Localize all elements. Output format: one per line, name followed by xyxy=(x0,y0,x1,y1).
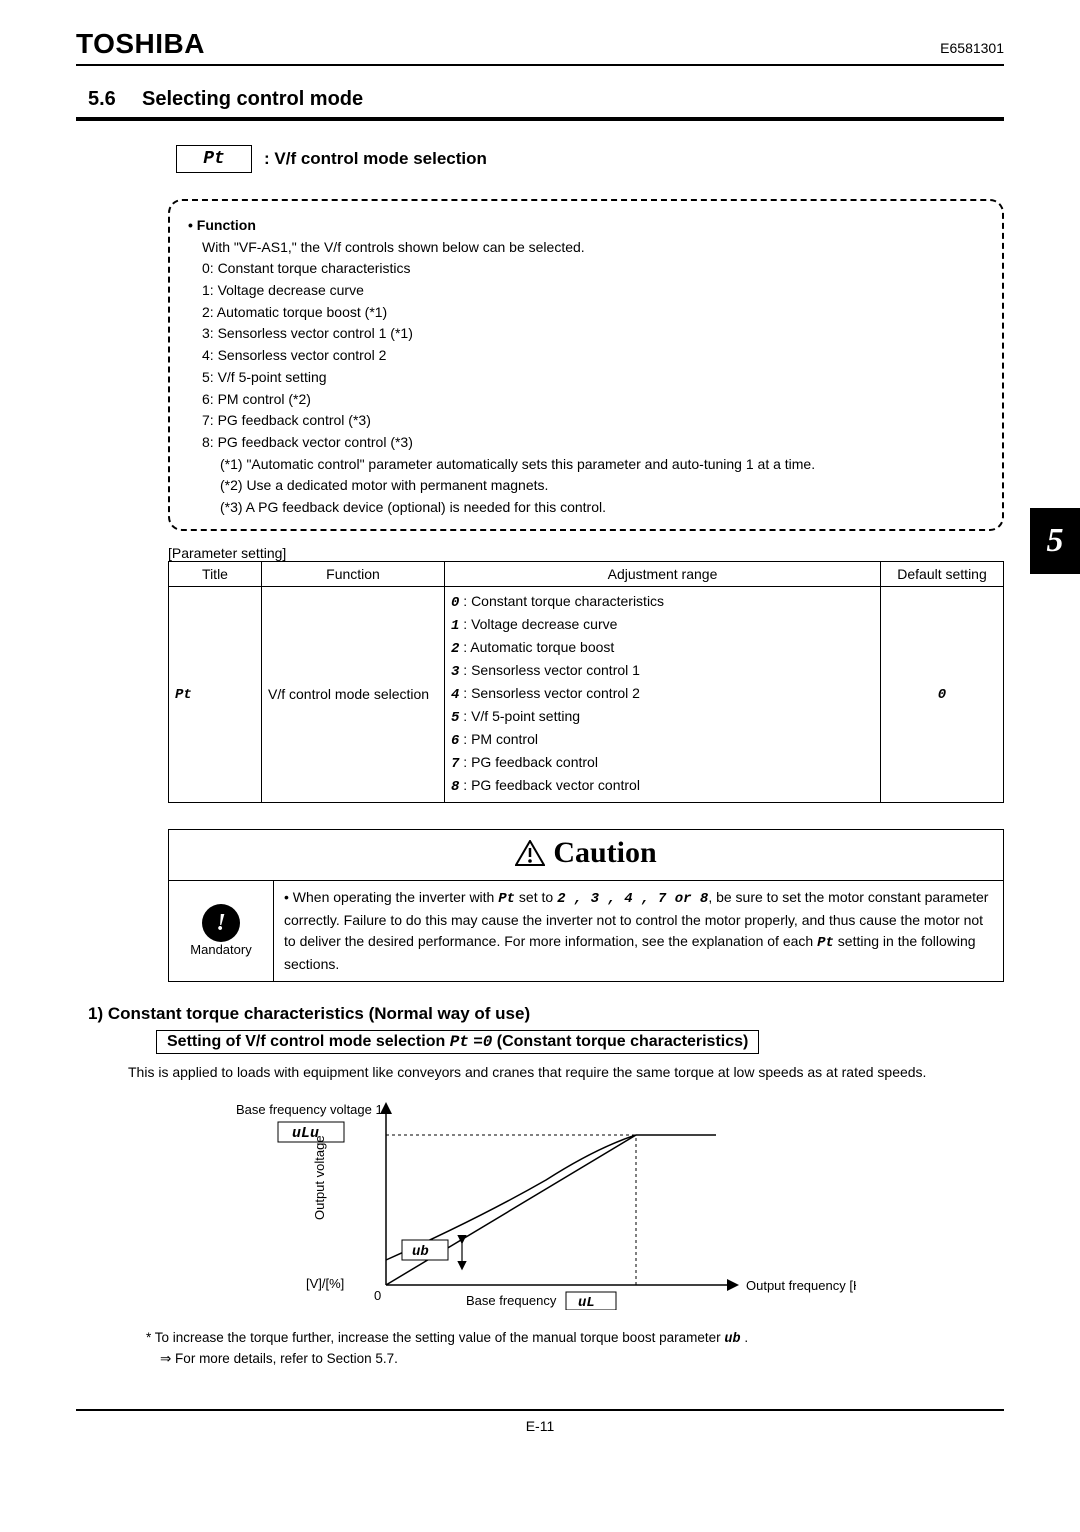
param-code-box: Pt xyxy=(176,145,252,173)
subsection-heading: 1) Constant torque characteristics (Norm… xyxy=(88,1004,1004,1024)
mandatory-icon: ! xyxy=(202,904,240,942)
parameter-table: Title Function Adjustment range Default … xyxy=(168,561,1004,803)
function-box: • Function With "VF-AS1," the V/f contro… xyxy=(168,199,1004,531)
doc-number: E6581301 xyxy=(940,40,1004,56)
setting-box: Setting of V/f control mode selection Pt… xyxy=(156,1030,759,1054)
section-rule xyxy=(76,117,1004,121)
svg-text:ub: ub xyxy=(412,1244,429,1260)
chapter-tab: 5 xyxy=(1030,508,1080,574)
table-caption: [Parameter setting] xyxy=(168,545,1004,561)
subsection-body: This is applied to loads with equipment … xyxy=(128,1062,1004,1082)
divider xyxy=(76,64,1004,66)
brand-logo: TOSHIBA xyxy=(76,28,205,60)
vf-graph: Base frequency voltage 1 uLu Output volt… xyxy=(216,1100,1004,1313)
svg-text:Base frequency: Base frequency xyxy=(466,1293,557,1308)
mandatory-label: Mandatory xyxy=(179,942,263,957)
page-number: E-11 xyxy=(76,1418,1004,1434)
svg-text:uL: uL xyxy=(578,1295,595,1310)
bottom-rule xyxy=(76,1409,1004,1411)
caution-icon xyxy=(515,840,545,866)
svg-text:Output voltage: Output voltage xyxy=(312,1135,327,1220)
caution-box: Caution ! Mandatory • When operating the… xyxy=(168,829,1004,982)
vf-topic-line: Pt : V/f control mode selection xyxy=(176,145,1004,173)
param-label: : V/f control mode selection xyxy=(264,149,487,169)
svg-text:[V]/[%]: [V]/[%] xyxy=(306,1276,344,1291)
svg-text:0: 0 xyxy=(374,1288,381,1303)
y-top-label: Base frequency voltage 1 xyxy=(236,1102,383,1117)
footnote: * To increase the torque further, increa… xyxy=(146,1329,1004,1369)
section-title: 5.6Selecting control mode xyxy=(88,88,1004,111)
svg-text:Output frequency [Hz]: Output frequency [Hz] xyxy=(746,1278,856,1293)
